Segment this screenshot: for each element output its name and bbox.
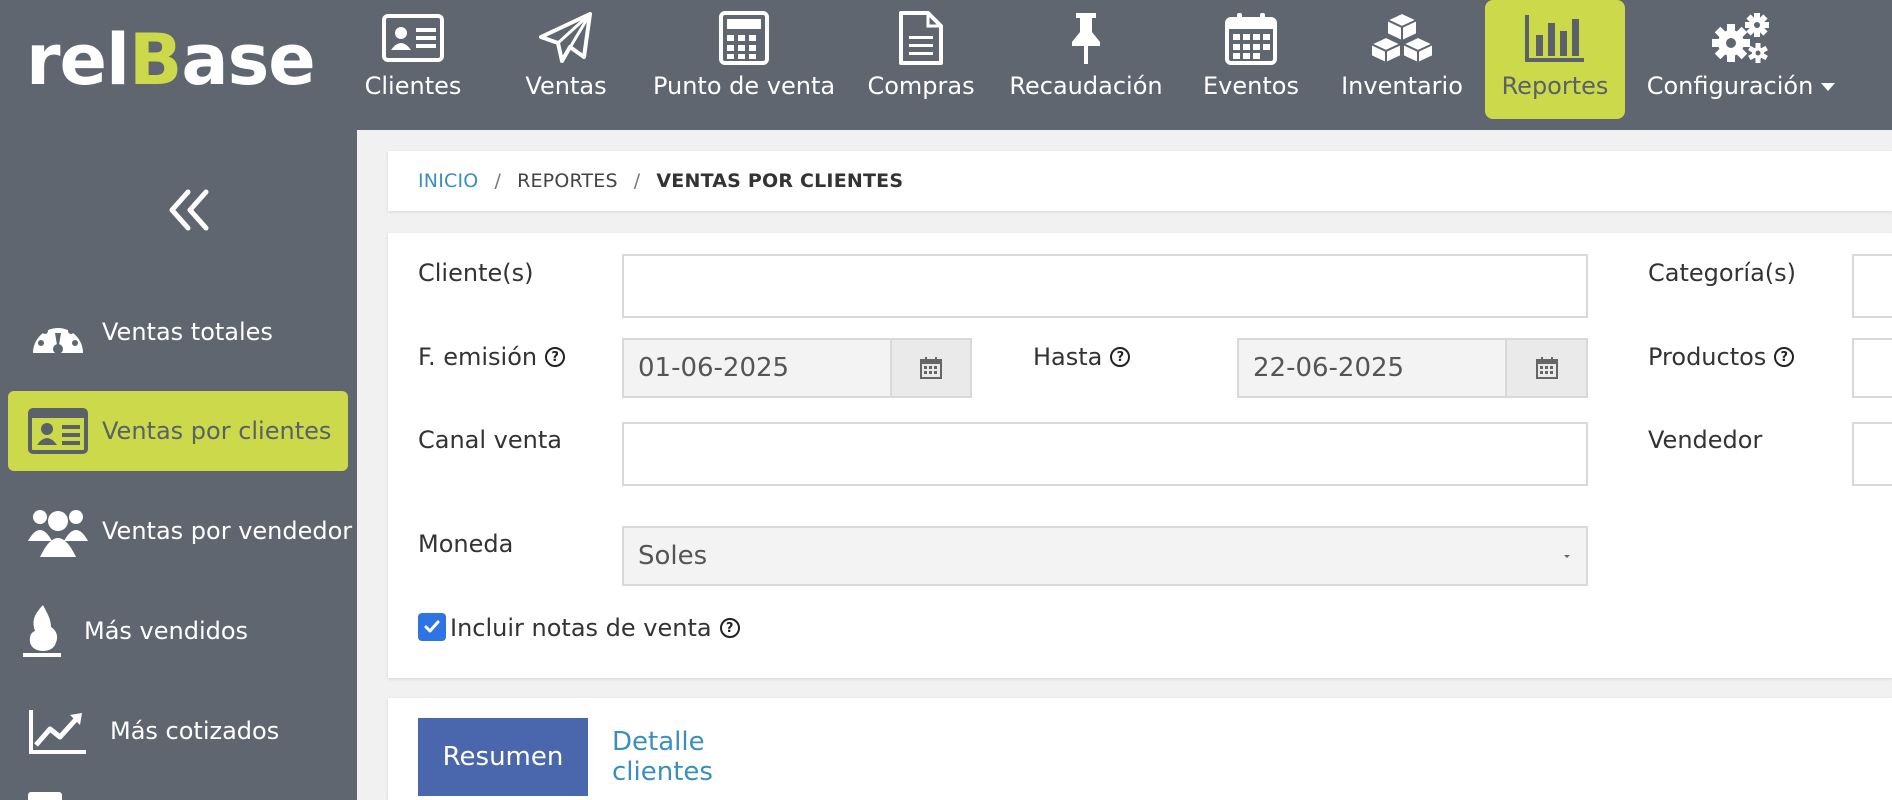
sidebar-item-ventas-totales[interactable]: Ventas totales — [8, 292, 348, 372]
collapse-sidebar-button[interactable] — [160, 180, 220, 240]
help-icon[interactable]: ? — [1774, 347, 1795, 367]
calendar-icon — [920, 357, 942, 379]
bar-chart-icon — [1524, 10, 1586, 66]
chevron-down-icon — [1821, 83, 1836, 91]
nav-reportes[interactable]: Reportes — [1485, 0, 1625, 119]
paper-plane-icon — [538, 10, 594, 66]
fecha-emision-calendar-button[interactable] — [890, 338, 972, 398]
nav-compras[interactable]: Compras — [867, 0, 975, 119]
nav-punto-de-venta[interactable]: Punto de venta — [653, 0, 835, 119]
canal-venta-input[interactable] — [622, 422, 1588, 486]
incluir-notas-checkbox[interactable] — [418, 613, 446, 641]
top-navbar: relBase Clientes Ventas Punto de venta C… — [0, 0, 1892, 130]
breadcrumb-current: VENTAS POR CLIENTES — [656, 170, 904, 192]
trend-chart-icon — [28, 703, 88, 759]
sidebar-item-ventas-por-clientes[interactable]: Ventas por clientes — [8, 391, 348, 471]
breadcrumb-section[interactable]: REPORTES — [517, 170, 618, 192]
categorias-label: Categoría(s) — [1648, 259, 1797, 287]
hasta-input[interactable]: 22-06-2025 — [1237, 338, 1507, 398]
categorias-input[interactable] — [1852, 254, 1892, 318]
relbase-logo[interactable]: relBase — [26, 22, 316, 98]
help-icon[interactable]: ? — [719, 618, 740, 638]
fecha-emision-label: F. emisión? — [418, 343, 566, 371]
sidebar-item-mas-vendidos[interactable]: Más vendidos — [8, 591, 348, 671]
clientes-label: Cliente(s) — [418, 259, 534, 287]
users-icon — [28, 503, 88, 559]
fecha-emision-input[interactable]: 01-06-2025 — [622, 338, 892, 398]
id-card-icon — [382, 10, 444, 66]
canal-venta-label: Canal venta — [418, 426, 562, 454]
nav-ventas[interactable]: Ventas — [516, 0, 616, 119]
report-tabs: Resumen Detalle clientes — [388, 698, 1892, 800]
vendedor-label: Vendedor — [1648, 426, 1763, 454]
calculator-icon — [719, 10, 769, 66]
nav-inventario[interactable]: Inventario — [1340, 0, 1464, 119]
id-card-icon — [28, 403, 88, 459]
nav-configuracion[interactable]: Configuración — [1647, 0, 1836, 119]
nav-recaudacion[interactable]: Recaudación — [1009, 0, 1163, 119]
breadcrumb: INICIO / REPORTES / VENTAS POR CLIENTES — [388, 151, 1892, 211]
sidebar-item-ventas-por-vendedor[interactable]: Ventas por vendedor — [8, 491, 352, 571]
gauge-icon — [28, 304, 88, 360]
moneda-label: Moneda — [418, 530, 514, 558]
sidebar-item-mas-cotizados[interactable]: Más cotizados — [8, 691, 348, 771]
moneda-select[interactable]: Soles — [622, 526, 1588, 586]
clientes-input[interactable] — [622, 254, 1588, 318]
productos-input[interactable] — [1852, 338, 1892, 398]
tab-resumen[interactable]: Resumen — [418, 718, 588, 796]
next-sidebar-icon-partial — [28, 792, 62, 800]
gears-icon — [1711, 10, 1771, 66]
incluir-notas-label[interactable]: Incluir notas de venta? — [450, 614, 740, 642]
sidebar: Ventas totales Ventas por clientes Venta… — [0, 130, 357, 800]
pushpin-icon — [1066, 10, 1106, 66]
cubes-icon — [1369, 10, 1435, 66]
calendar-icon — [1225, 10, 1277, 66]
calendar-icon — [1535, 357, 1558, 379]
breadcrumb-home-link[interactable]: INICIO — [418, 170, 478, 192]
document-icon — [898, 10, 944, 66]
vendedor-input[interactable] — [1852, 422, 1892, 486]
help-icon[interactable]: ? — [1110, 347, 1131, 367]
hasta-label: Hasta? — [1033, 343, 1131, 371]
checkmark-icon — [424, 620, 440, 633]
nav-eventos[interactable]: Eventos — [1201, 0, 1301, 119]
tab-detalle-clientes[interactable]: Detalle clientes — [612, 718, 802, 796]
flame-icon — [20, 603, 64, 659]
help-icon[interactable]: ? — [545, 347, 566, 367]
filters-panel: Cliente(s) Categoría(s) F. emisión? 01-0… — [388, 233, 1892, 678]
double-chevron-left-icon — [169, 189, 209, 231]
chevron-down-icon — [1564, 555, 1570, 558]
nav-clientes[interactable]: Clientes — [363, 0, 463, 119]
productos-label: Productos? — [1648, 343, 1795, 371]
hasta-calendar-button[interactable] — [1505, 338, 1588, 398]
